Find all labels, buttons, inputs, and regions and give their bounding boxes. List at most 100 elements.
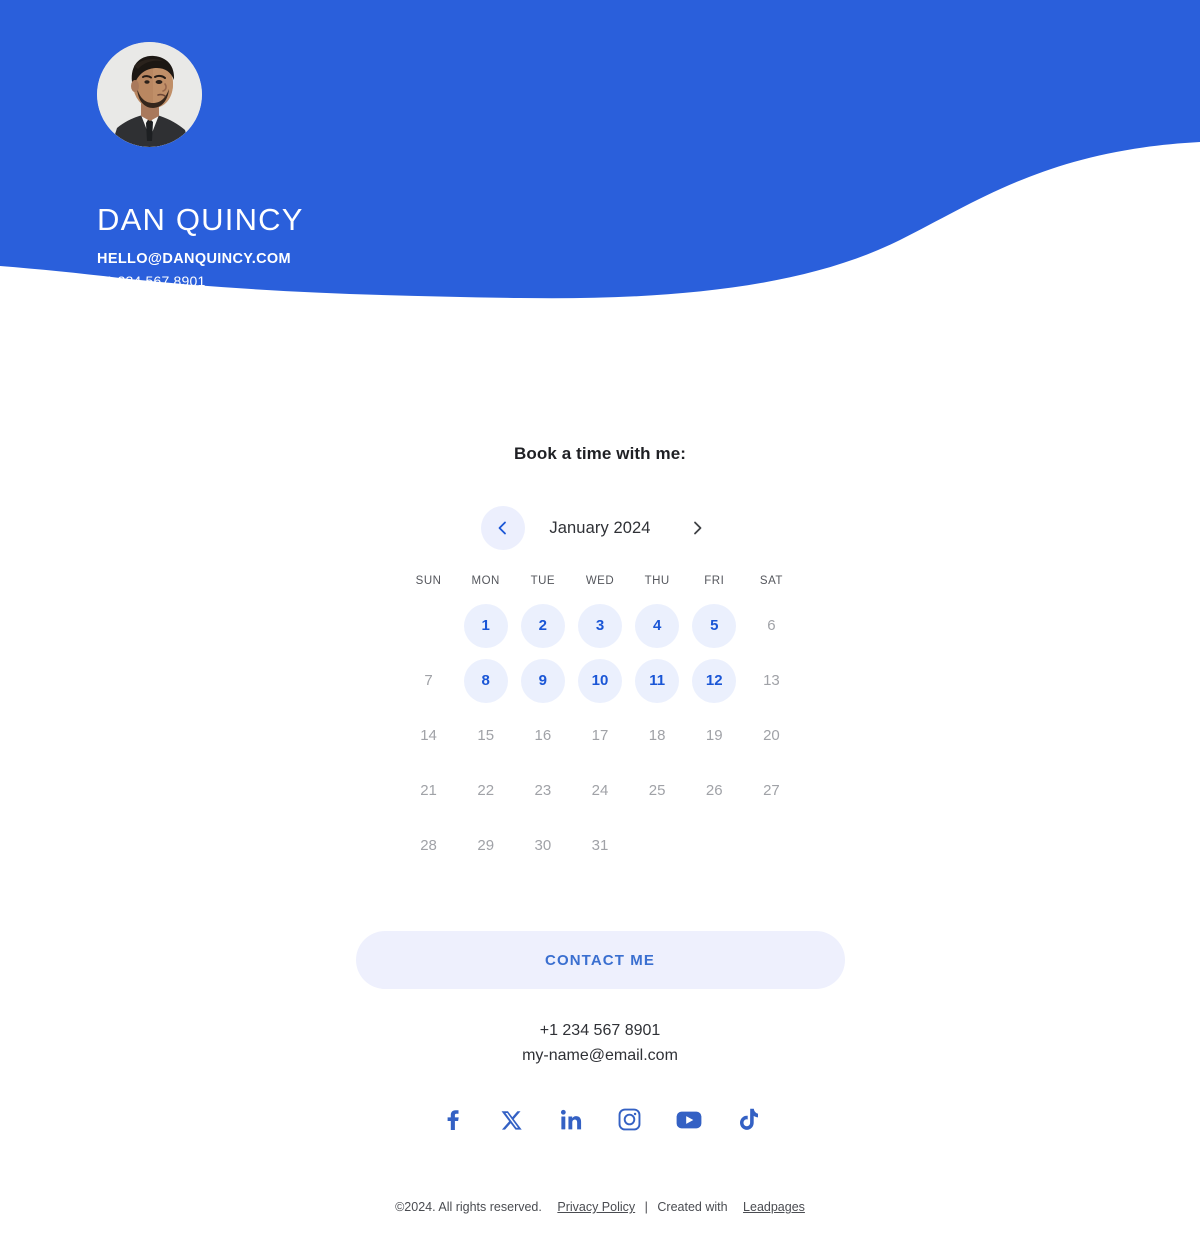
calendar-day-cell: 31 — [571, 818, 628, 873]
instagram-icon — [618, 1108, 641, 1131]
contact-details: +1 234 567 8901 my-name@email.com — [0, 1019, 1200, 1069]
weekday-header-thu: THU — [644, 575, 670, 587]
calendar-day-cell: 8 — [457, 653, 514, 708]
calendar-day-cell: 17 — [571, 708, 628, 763]
calendar-day-cell: 12 — [686, 653, 743, 708]
profile-photo-icon — [97, 42, 202, 147]
facebook-icon — [442, 1108, 464, 1132]
calendar-day-cell: 5 — [686, 598, 743, 653]
social-links — [0, 1103, 1200, 1137]
calendar-day-cell: 9 — [514, 653, 571, 708]
header-content: DAN QUINCY HELLO@DANQUINCY.COM +1 234 56… — [0, 0, 600, 289]
calendar-day-cell: 25 — [629, 763, 686, 818]
calendar-day-8[interactable]: 8 — [463, 658, 508, 703]
social-link-linkedin[interactable] — [554, 1103, 588, 1137]
calendar-day-cell: 27 — [743, 763, 800, 818]
footer-copyright: ©2024. All rights reserved. — [395, 1200, 542, 1214]
calendar-day-30: 30 — [534, 837, 552, 854]
calendar-day-21: 21 — [420, 782, 437, 799]
calendar-day-19: 19 — [705, 727, 723, 744]
page-title: Book a time with me: — [513, 444, 687, 463]
chevron-right-icon — [690, 521, 704, 535]
calendar-day-9[interactable]: 9 — [520, 658, 565, 703]
calendar-day-cell: 21 — [400, 763, 457, 818]
calendar-day-cell: 1 — [457, 598, 514, 653]
tiktok-icon — [737, 1108, 758, 1131]
weekday-header-mon: MON — [471, 575, 500, 587]
profile-phone: +1 234 567 8901 — [97, 273, 206, 290]
calendar-day-10[interactable]: 10 — [577, 658, 622, 703]
calendar-day-cell: 13 — [743, 653, 800, 708]
youtube-icon — [676, 1110, 702, 1130]
calendar-day-3[interactable]: 3 — [577, 603, 622, 648]
calendar-day-24: 24 — [591, 782, 609, 799]
calendar-day-2[interactable]: 2 — [520, 603, 565, 648]
weekday-header-sun: SUN — [415, 575, 442, 587]
weekday-header-fri: FRI — [704, 575, 725, 587]
main-content: Book a time with me: January 2024 SUN MO… — [0, 310, 1200, 1137]
calendar-day-cell: 20 — [743, 708, 800, 763]
calendar-day-cell: 2 — [514, 598, 571, 653]
social-link-youtube[interactable] — [672, 1103, 706, 1137]
calendar-day-cell: 18 — [629, 708, 686, 763]
calendar-day-cell: 11 — [629, 653, 686, 708]
calendar-day-11[interactable]: 11 — [635, 658, 680, 703]
contact-me-button[interactable]: CONTACT ME — [355, 931, 845, 989]
calendar-day-cell: 29 — [457, 818, 514, 873]
footer: ©2024. All rights reserved. Privacy Poli… — [0, 1200, 1200, 1214]
social-link-instagram[interactable] — [613, 1103, 647, 1137]
calendar-day-22: 22 — [477, 782, 495, 799]
calendar-day-29: 29 — [477, 837, 495, 854]
calendar-day-cell: 15 — [457, 708, 514, 763]
calendar-day-cell: 6 — [743, 598, 800, 653]
calendar-day-cell: 16 — [514, 708, 571, 763]
calendar-day-6: 6 — [767, 617, 776, 634]
calendar-day-cell: 30 — [514, 818, 571, 873]
calendar-day-cell: 28 — [400, 818, 457, 873]
leadpages-link[interactable]: Leadpages — [743, 1200, 805, 1214]
calendar-day-5[interactable]: 5 — [692, 603, 737, 648]
calendar-day-7: 7 — [424, 672, 433, 689]
contact-email: my-name@email.com — [522, 1046, 678, 1064]
booking-calendar: January 2024 SUN MON TUE WED THU FRI SAT 1 2 3 4 5 6… — [400, 464, 800, 873]
social-link-x[interactable] — [495, 1103, 529, 1137]
calendar-day-25: 25 — [648, 782, 666, 799]
calendar-grid: SUN MON TUE WED THU FRI SAT 1 2 3 4 5 6 7 8 9 10 11 12 13 14… — [400, 564, 800, 873]
chevron-left-icon — [496, 521, 510, 535]
calendar-day-28: 28 — [420, 837, 437, 854]
contact-phone: +1 234 567 8901 — [539, 1022, 661, 1039]
calendar-day-23: 23 — [534, 782, 552, 799]
calendar-day-14: 14 — [420, 727, 437, 744]
calendar-day-13: 13 — [763, 672, 780, 689]
calendar-day-cell: 14 — [400, 708, 457, 763]
calendar-day-17: 17 — [591, 727, 609, 744]
x-icon — [501, 1109, 523, 1131]
calendar-day-12[interactable]: 12 — [692, 658, 737, 703]
social-link-facebook[interactable] — [436, 1103, 470, 1137]
profile-email: HELLO@DANQUINCY.COM — [97, 251, 291, 268]
calendar-day-15: 15 — [477, 727, 495, 744]
weekday-header-wed: WED — [585, 575, 615, 587]
calendar-next-button[interactable] — [675, 506, 719, 550]
calendar-day-cell: 22 — [457, 763, 514, 818]
calendar-prev-button[interactable] — [481, 506, 525, 550]
calendar-nav: January 2024 — [400, 506, 800, 550]
footer-created-with: Created with — [657, 1200, 728, 1214]
calendar-day-1[interactable]: 1 — [463, 603, 508, 648]
profile-name: DAN QUINCY — [97, 202, 304, 237]
calendar-blank-cell — [400, 598, 457, 653]
calendar-month-label: January 2024 — [549, 518, 651, 537]
calendar-day-cell: 10 — [571, 653, 628, 708]
calendar-day-4[interactable]: 4 — [635, 603, 680, 648]
calendar-day-20: 20 — [763, 727, 780, 744]
calendar-day-cell: 23 — [514, 763, 571, 818]
calendar-day-cell: 7 — [400, 653, 457, 708]
linkedin-icon — [560, 1109, 582, 1131]
social-link-tiktok[interactable] — [731, 1103, 765, 1137]
calendar-day-31: 31 — [591, 837, 609, 854]
calendar-day-18: 18 — [648, 727, 666, 744]
calendar-day-27: 27 — [763, 782, 780, 799]
avatar — [97, 42, 202, 147]
calendar-day-cell: 26 — [686, 763, 743, 818]
privacy-policy-link[interactable]: Privacy Policy — [557, 1200, 635, 1214]
